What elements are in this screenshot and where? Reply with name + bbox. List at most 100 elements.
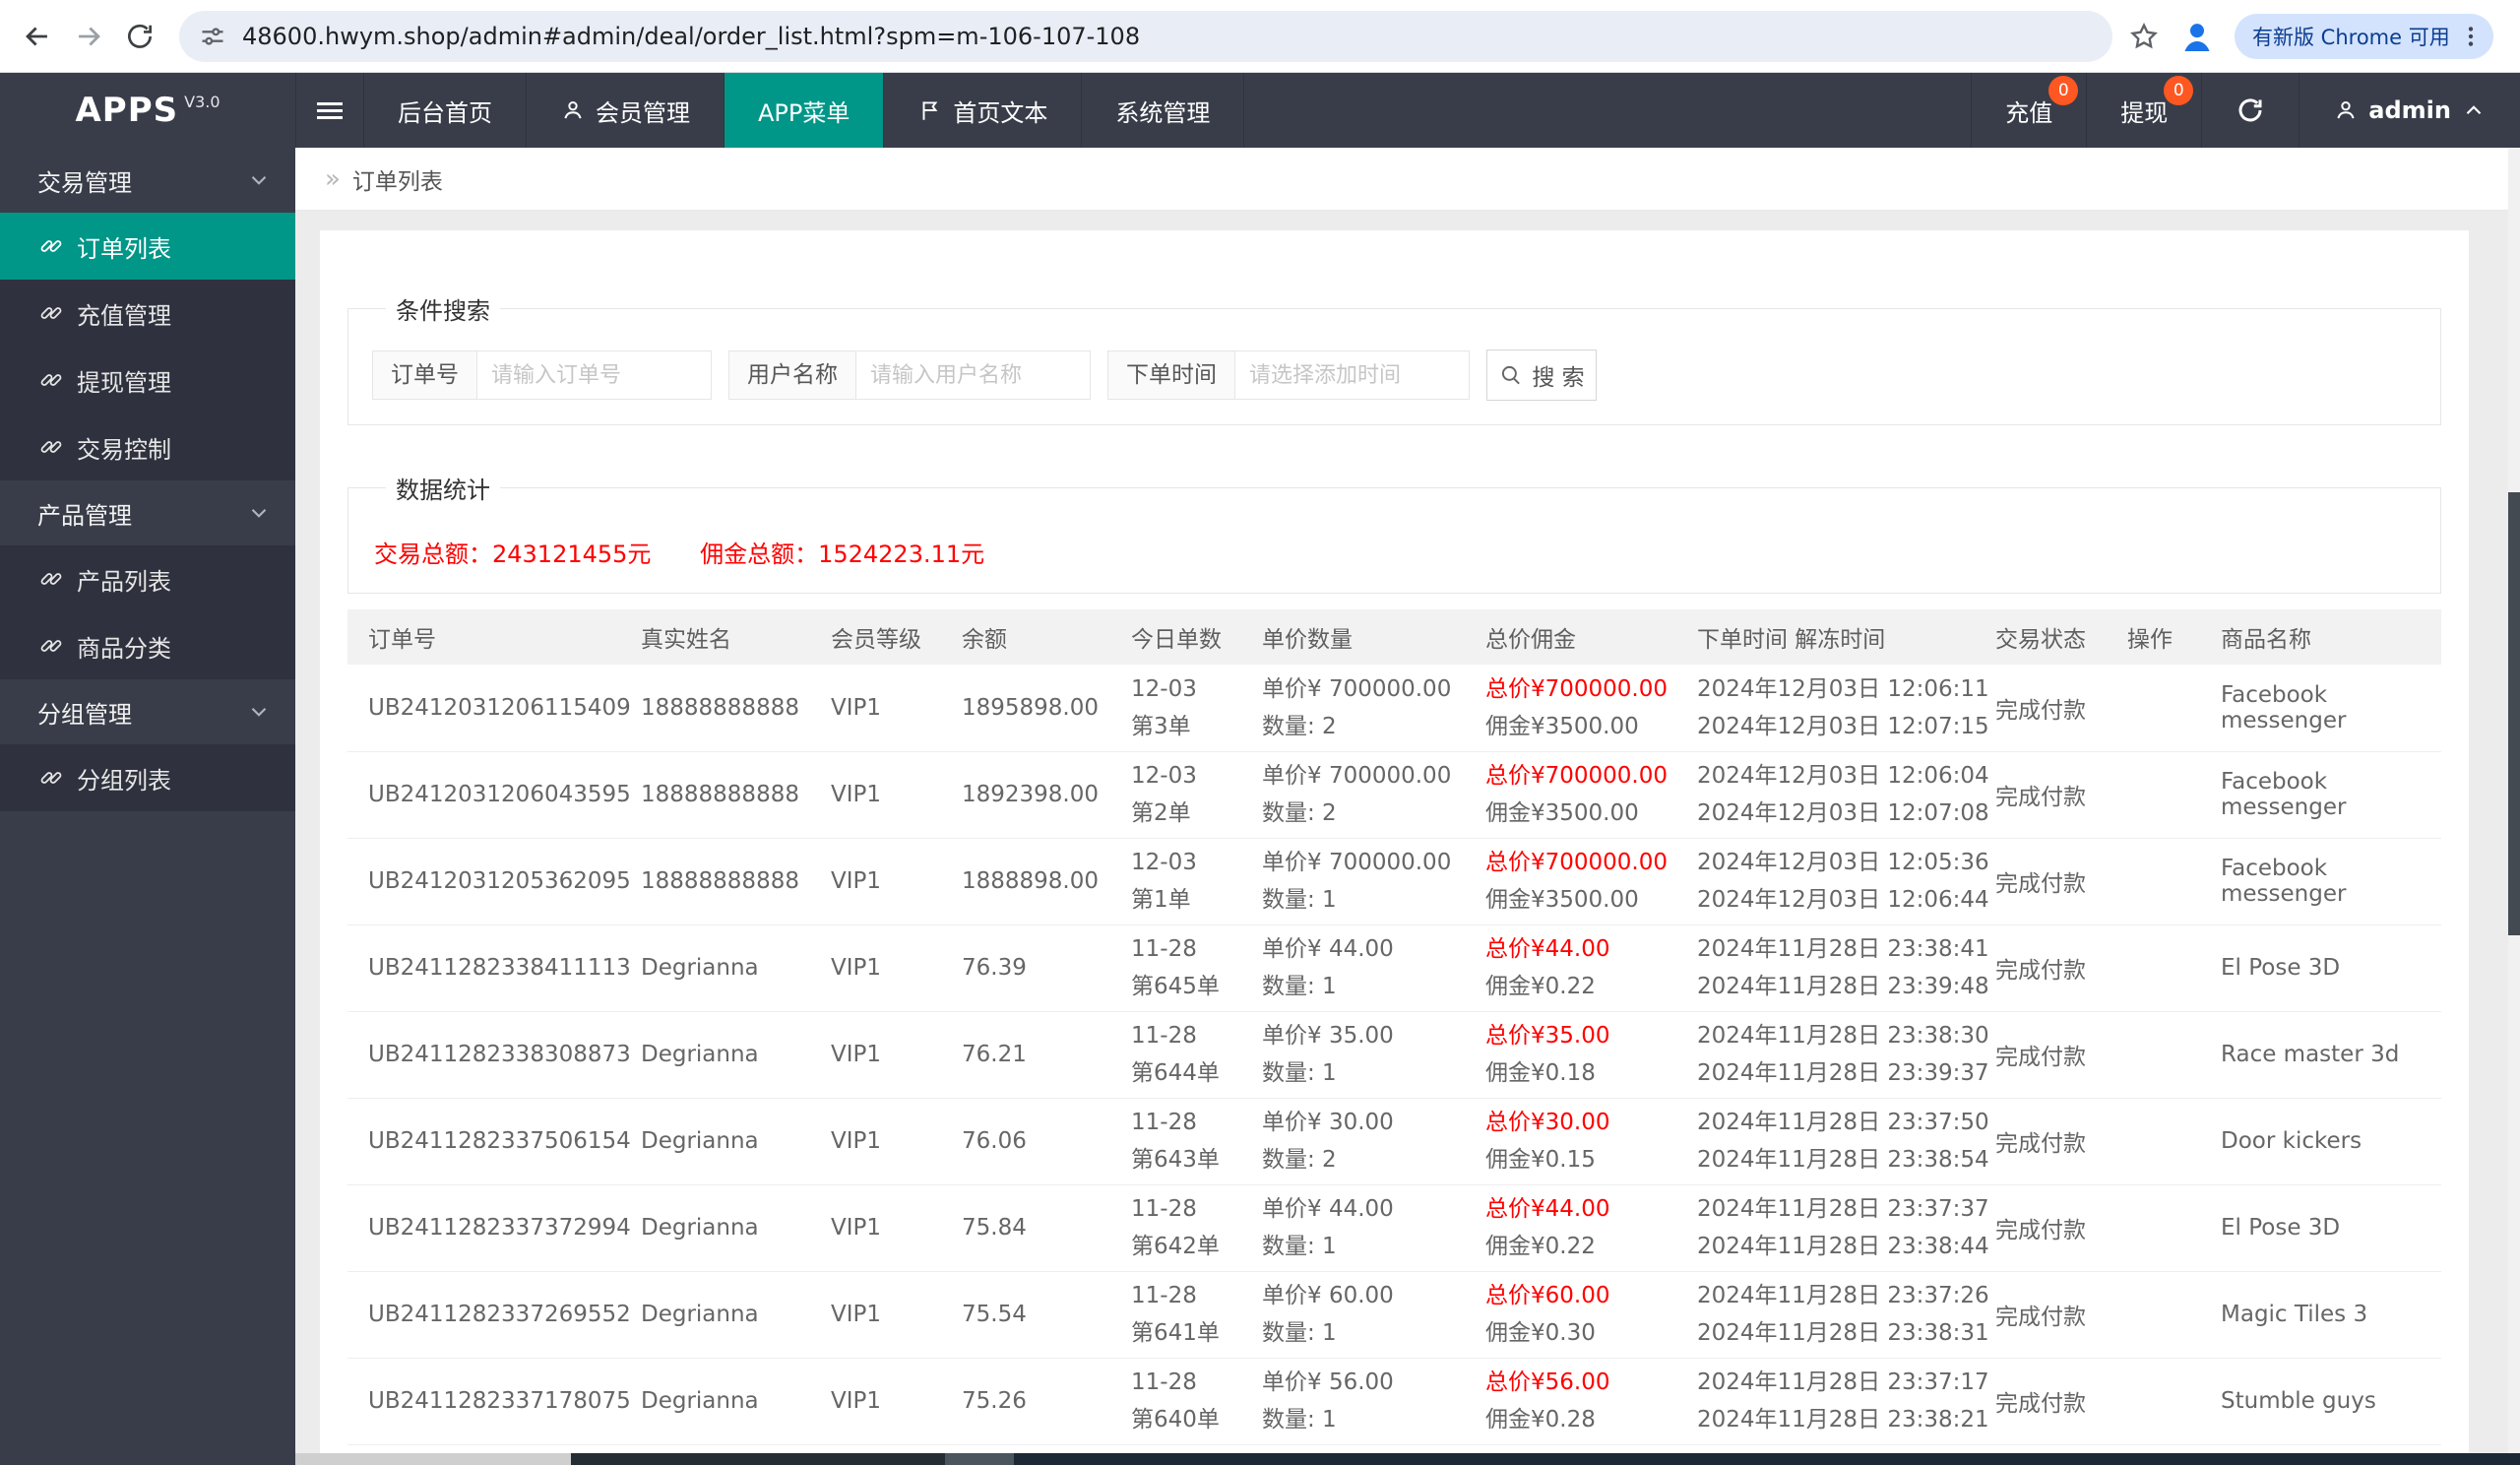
sidebar-item-goods-category[interactable]: 商品分类: [0, 612, 295, 679]
vip-level: VIP1: [831, 782, 882, 807]
cell-balance: 76.06: [962, 1098, 1131, 1185]
quantity: 数量: 2: [1262, 713, 1337, 739]
chrome-update-chip[interactable]: 有新版 Chrome 可用: [2235, 13, 2493, 59]
browser-reload-button[interactable]: [114, 11, 165, 62]
horizontal-scrollbar[interactable]: [295, 1453, 2520, 1465]
cell-product: Facebook messenger: [2221, 838, 2441, 925]
balance: 75.26: [962, 1388, 1027, 1414]
sidebar-item-group-list[interactable]: 分组列表: [0, 744, 295, 811]
breadcrumb-separator: »: [325, 163, 341, 194]
sidebar-item-product-list[interactable]: 产品列表: [0, 545, 295, 612]
balance: 76.21: [962, 1042, 1027, 1067]
order-time-field-group: 下单时间: [1107, 350, 1470, 400]
sidebar-item-label: 充值管理: [77, 301, 171, 330]
nav-item-dashboard[interactable]: 后台首页: [364, 73, 527, 148]
col-operation: 操作: [2127, 609, 2221, 665]
col-order-no: 订单号: [347, 609, 641, 665]
order-table-header: 订单号 真实姓名 会员等级 余额 今日单数 单价数量 总价佣金 下单时间 解冻时…: [347, 609, 2441, 665]
horizontal-scrollbar-track: [571, 1453, 945, 1465]
vip-level: VIP1: [831, 1302, 882, 1327]
commission: 佣金¥0.22: [1485, 1234, 1596, 1259]
sidebar-item-label: 商品分类: [77, 634, 171, 663]
horizontal-scrollbar-thumb[interactable]: [295, 1453, 571, 1465]
sidebar: 交易管理 订单列表 充值管理 提现管理 交易控制 产品管理 产品列表 商品分类 …: [0, 148, 295, 1465]
nav-item-system[interactable]: 系统管理: [1082, 73, 1245, 148]
browser-forward-button[interactable]: [63, 11, 114, 62]
browser-back-button[interactable]: [12, 11, 63, 62]
vertical-scrollbar-thumb[interactable]: [2508, 492, 2520, 935]
address-bar[interactable]: 48600.hwym.shop/admin#admin/deal/order_l…: [179, 10, 2112, 62]
order-day: 11-28: [1131, 1110, 1197, 1135]
chevron-down-icon: [246, 500, 272, 526]
table-row: UB2411282337506154 Degrianna VIP1 76.06 …: [347, 1098, 2441, 1185]
quantity: 数量: 1: [1262, 887, 1337, 913]
commission: 佣金¥0.18: [1485, 1060, 1596, 1086]
kebab-menu-icon[interactable]: [2458, 24, 2484, 49]
withdraw-button[interactable]: 提现 0: [2086, 73, 2201, 148]
search-button[interactable]: 搜 索: [1486, 350, 1597, 401]
order-day: 12-03: [1131, 850, 1197, 875]
real-name: Degrianna: [641, 1302, 759, 1327]
cell-order-no: UB2412031206043595: [347, 751, 641, 839]
unit-price: 单价¥ 56.00: [1262, 1369, 1394, 1395]
quantity: 数量: 1: [1262, 974, 1337, 999]
main-content: » 订单列表 条件搜索 订单号 用户名称 下单时间: [295, 148, 2520, 1465]
cell-total-commission: 总价¥30.00 佣金¥0.15: [1485, 1098, 1697, 1185]
sidebar-group-trade[interactable]: 交易管理: [0, 148, 295, 213]
vertical-scrollbar[interactable]: [2508, 148, 2520, 1453]
sidebar-item-trade-control[interactable]: 交易控制: [0, 414, 295, 480]
unit-price: 单价¥ 30.00: [1262, 1110, 1394, 1135]
cell-product: Door kickers: [2221, 1098, 2441, 1185]
cell-status: 完成付款: [1995, 838, 2127, 925]
table-row: UB2411282337178075 Degrianna VIP1 75.26 …: [347, 1358, 2441, 1445]
cell-status: 完成付款: [1995, 1184, 2127, 1272]
nav-item-home-text[interactable]: 首页文本: [884, 73, 1083, 148]
order-day: 11-28: [1131, 1369, 1197, 1395]
sidebar-item-label: 提现管理: [77, 368, 171, 397]
order-time-input[interactable]: [1235, 350, 1470, 400]
product-name: Facebook messenger: [2221, 681, 2347, 733]
cell-unit-price-qty: 单价¥ 700000.00 数量: 1: [1262, 838, 1485, 925]
cell-status: 完成付款: [1995, 751, 2127, 839]
unit-price: 单价¥ 44.00: [1262, 1196, 1394, 1222]
site-info-icon[interactable]: [199, 23, 226, 50]
cell-balance: 76.39: [962, 924, 1131, 1012]
unit-price: 单价¥ 35.00: [1262, 1023, 1394, 1049]
cell-balance: 75.26: [962, 1358, 1131, 1445]
sidebar-group-grouping[interactable]: 分组管理: [0, 679, 295, 744]
sidebar-item-withdraw-mgmt[interactable]: 提现管理: [0, 347, 295, 414]
withdraw-badge: 0: [2164, 76, 2194, 105]
admin-user-menu[interactable]: admin: [2299, 73, 2520, 148]
table-row: UB2411282337065531 Degrianna VIP1 75.10 …: [347, 1444, 2441, 1453]
vip-level: VIP1: [831, 1128, 882, 1154]
recharge-button[interactable]: 充值 0: [1971, 73, 2086, 148]
cell-status: 完成付款: [1995, 924, 2127, 1012]
sidebar-group-label: 分组管理: [37, 700, 132, 729]
trade-status: 完成付款: [1995, 1218, 2086, 1243]
sidebar-item-order-list[interactable]: 订单列表: [0, 213, 295, 280]
bookmark-star-icon[interactable]: [2128, 21, 2160, 52]
cell-vip-level: VIP1: [831, 1184, 962, 1272]
profile-avatar-icon[interactable]: [2177, 17, 2217, 56]
cell-real-name: Degrianna: [641, 1358, 831, 1445]
cell-total-commission: 总价¥44.00 佣金¥0.22: [1485, 924, 1697, 1012]
cell-real-name: 18888888888: [641, 751, 831, 839]
nav-item-app-menu[interactable]: APP菜单: [724, 73, 885, 148]
order-no-input[interactable]: [477, 350, 712, 400]
commission: 佣金¥0.28: [1485, 1407, 1596, 1433]
username-input[interactable]: [856, 350, 1091, 400]
order-no-field-group: 订单号: [372, 350, 712, 400]
order-day: 12-03: [1131, 675, 1197, 702]
commission: 佣金¥3500.00: [1485, 800, 1639, 826]
cell-today-orders: 11-28 第643单: [1131, 1098, 1262, 1185]
sidebar-toggle-button[interactable]: [295, 73, 364, 148]
order-day: 11-28: [1131, 1283, 1197, 1308]
sidebar-group-product[interactable]: 产品管理: [0, 480, 295, 545]
chrome-update-label: 有新版 Chrome 可用: [2252, 25, 2450, 49]
sidebar-item-recharge-mgmt[interactable]: 充值管理: [0, 280, 295, 347]
nav-item-members[interactable]: 会员管理: [527, 73, 724, 148]
refresh-button[interactable]: [2201, 73, 2299, 148]
cell-today-orders: 11-28 第642单: [1131, 1184, 1262, 1272]
username-field-group: 用户名称: [728, 350, 1091, 400]
refresh-icon: [2236, 96, 2265, 125]
